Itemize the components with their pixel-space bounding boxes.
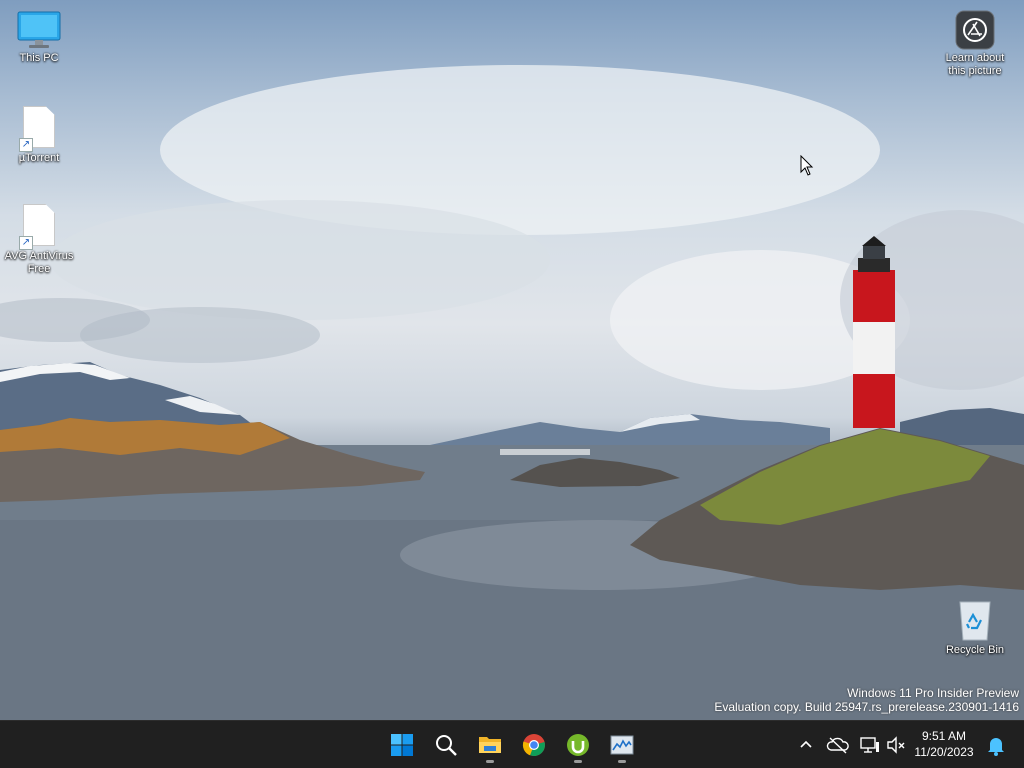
desktop-icon-label: µTorrent xyxy=(18,152,60,164)
taskbar-utorrent-button[interactable] xyxy=(558,725,598,765)
desktop-icon-avg-antivirus[interactable]: ↗ AVG AntiVirus Free xyxy=(0,204,78,276)
chevron-up-icon xyxy=(800,740,812,748)
windows-start-icon xyxy=(391,734,413,756)
desktop-icon-learn-about-picture[interactable]: Learn about this picture xyxy=(936,10,1014,78)
running-indicator xyxy=(618,760,626,763)
onedrive-offline-icon xyxy=(826,737,849,754)
taskbar-start-button[interactable] xyxy=(382,725,422,765)
desktop-icon-label: AVG AntiVirus Free xyxy=(4,250,74,275)
desktop-icon-label: This PC xyxy=(19,52,59,64)
monitor-icon xyxy=(17,10,61,50)
desktop-icon-this-pc[interactable]: This PC xyxy=(0,10,78,65)
taskbar-clock[interactable]: 9:51 AM 11/20/2023 xyxy=(906,728,982,760)
watermark-build: Evaluation copy. Build 25947.rs_prerelea… xyxy=(714,700,1019,714)
running-indicator xyxy=(486,760,494,763)
volume-muted-icon xyxy=(887,736,905,754)
file-icon: ↗ xyxy=(19,204,55,250)
chrome-icon xyxy=(522,734,545,757)
taskbar-task-manager-button[interactable] xyxy=(602,725,642,765)
clock-date: 11/20/2023 xyxy=(914,745,974,759)
tray-volume-button[interactable] xyxy=(884,733,908,757)
desktop-icon-utorrent[interactable]: ↗ µTorrent xyxy=(0,106,78,165)
watermark-edition: Windows 11 Pro Insider Preview xyxy=(847,686,1019,700)
folder-icon xyxy=(479,737,501,753)
file-icon: ↗ xyxy=(19,106,55,152)
desktop-icon-label: Learn about this picture xyxy=(945,52,1005,77)
tray-show-hidden-icons-button[interactable] xyxy=(794,733,818,757)
tray-notifications-button[interactable] xyxy=(984,733,1008,757)
mouse-cursor-icon xyxy=(800,155,814,176)
desktop-icon-label: Recycle Bin xyxy=(945,644,1005,656)
desktop-icon-recycle-bin[interactable]: Recycle Bin xyxy=(936,598,1014,657)
taskbar-chrome-button[interactable] xyxy=(514,725,554,765)
tray-onedrive-button[interactable] xyxy=(826,733,850,757)
taskbar-file-explorer-button[interactable] xyxy=(470,725,510,765)
notification-bell-icon xyxy=(988,738,1004,756)
network-icon xyxy=(860,737,879,753)
taskbar xyxy=(0,720,1024,768)
clock-time: 9:51 AM xyxy=(921,729,967,743)
wallpaper-lighthouse-landscape xyxy=(0,65,1024,720)
running-indicator xyxy=(574,760,582,763)
search-icon xyxy=(436,735,457,756)
shortcut-arrow-icon: ↗ xyxy=(19,138,33,152)
utorrent-icon xyxy=(567,734,589,756)
shortcut-arrow-icon: ↗ xyxy=(19,236,33,250)
windows-evaluation-watermark: Windows 11 Pro Insider Preview Evaluatio… xyxy=(714,686,1019,714)
desktop[interactable]: This PC ↗ µTorrent ↗ AVG AntiVirus Free … xyxy=(0,0,1024,720)
tray-network-button[interactable] xyxy=(858,733,882,757)
taskbar-search-button[interactable] xyxy=(426,725,466,765)
recycle-bin-icon xyxy=(957,598,993,642)
camera-icon xyxy=(955,10,995,50)
task-manager-icon xyxy=(610,735,634,755)
